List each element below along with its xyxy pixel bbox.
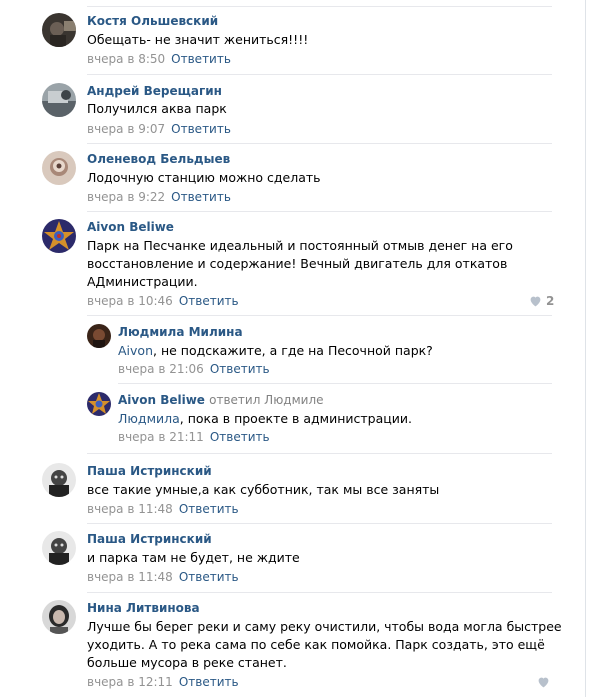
comment-meta: вчера в 9:07 Ответить — [87, 122, 231, 136]
comment-text-body: , пока в проекте в администрации. — [179, 411, 412, 426]
separator — [87, 74, 552, 75]
comment-time[interactable]: вчера в 12:11 — [87, 675, 173, 689]
comment-author[interactable]: Нина Литвинова — [87, 601, 200, 615]
comment-text: Лучше бы берег реки и саму реку очистили… — [87, 618, 562, 672]
mention-link[interactable]: Aivon — [118, 343, 153, 358]
reply-link[interactable]: Ответить — [171, 122, 231, 136]
reply-link[interactable]: Ответить — [210, 430, 270, 444]
separator — [87, 523, 552, 524]
comment-author[interactable]: Андрей Верещагин — [87, 84, 222, 98]
comment-author[interactable]: Aivon Beliwe ответил Людмиле — [118, 393, 324, 407]
author-name[interactable]: Aivon Beliwe — [118, 393, 205, 407]
heart-icon — [538, 677, 549, 688]
comment-time[interactable]: вчера в 9:07 — [87, 122, 165, 136]
comment-text: Aivon, не подскажите, а где на Песочной … — [118, 342, 433, 360]
avatar[interactable] — [42, 83, 76, 117]
reply-link[interactable]: Ответить — [179, 294, 239, 308]
comment-time[interactable]: вчера в 8:50 — [87, 52, 165, 66]
separator — [87, 592, 552, 593]
comment-text: Парк на Песчанке идеальный и постоянный … — [87, 237, 513, 291]
avatar[interactable] — [42, 151, 76, 185]
avatar[interactable] — [42, 13, 76, 47]
reply-link[interactable]: Ответить — [179, 570, 239, 584]
mention-link[interactable]: Людмила — [118, 411, 180, 426]
comment-author[interactable]: Людмила Милина — [118, 325, 243, 339]
reply-link[interactable]: Ответить — [179, 502, 239, 516]
avatar[interactable] — [87, 392, 111, 416]
reply-link[interactable]: Ответить — [179, 675, 239, 689]
comment-meta: вчера в 21:06 Ответить — [118, 362, 270, 376]
comment-meta: вчера в 9:22 Ответить — [87, 190, 231, 204]
comment-time[interactable]: вчера в 21:11 — [118, 430, 204, 444]
comment-text: Лодочную станцию можно сделать — [87, 170, 321, 185]
avatar[interactable] — [42, 531, 76, 565]
comment-author[interactable]: Костя Ольшевский — [87, 14, 218, 28]
avatar[interactable] — [42, 463, 76, 497]
separator — [87, 6, 552, 7]
comment-time[interactable]: вчера в 21:06 — [118, 362, 204, 376]
comment-author[interactable]: Aivon Beliwe — [87, 220, 174, 234]
like-count: 2 — [546, 294, 555, 308]
like-button[interactable] — [537, 676, 550, 688]
comment-text-line: Лучше бы берег реки и саму реку очистили… — [87, 619, 562, 634]
separator — [118, 383, 552, 384]
comment-text-line: восстановление и содержание! Вечный двиг… — [87, 256, 508, 271]
page-border — [585, 0, 586, 697]
comment-time[interactable]: вчера в 11:48 — [87, 502, 173, 516]
comment-text: Людмила, пока в проекте в администрации. — [118, 410, 412, 428]
separator — [87, 143, 552, 144]
comment-text: Обещать- не значит жениться!!!! — [87, 32, 309, 47]
comment-text-line: больше мусора в реке станет. — [87, 655, 287, 670]
separator — [87, 453, 552, 454]
comment-meta: вчера в 12:11 Ответить — [87, 675, 239, 689]
comment-text: все такие умные,а как субботник, так мы … — [87, 482, 440, 497]
comment-author[interactable]: Оленевод Бельдыев — [87, 152, 230, 166]
comment-meta: вчера в 11:48 Ответить — [87, 570, 239, 584]
comment-text-line: уходить. А то река сама по себе как помо… — [87, 637, 545, 652]
separator — [87, 315, 552, 316]
reply-link[interactable]: Ответить — [171, 190, 231, 204]
reply-link[interactable]: Ответить — [171, 52, 231, 66]
like-button[interactable]: 2 — [529, 294, 554, 308]
separator — [87, 211, 552, 212]
comment-author[interactable]: Паша Истринский — [87, 532, 212, 546]
avatar[interactable] — [87, 324, 111, 348]
comment-meta: вчера в 21:11 Ответить — [118, 430, 270, 444]
comment-text-body: , не подскажите, а где на Песочной парк? — [153, 343, 433, 358]
comment-time[interactable]: вчера в 9:22 — [87, 190, 165, 204]
comment-author[interactable]: Паша Истринский — [87, 464, 212, 478]
comment-meta: вчера в 10:46 Ответить — [87, 294, 239, 308]
comment-text-line: Парк на Песчанке идеальный и постоянный … — [87, 238, 513, 253]
avatar[interactable] — [42, 600, 76, 634]
comment-text-line: АДминистрации. — [87, 274, 198, 289]
comment-meta: вчера в 11:48 Ответить — [87, 502, 239, 516]
comment-text: Получился аква парк — [87, 101, 227, 116]
heart-icon — [530, 296, 541, 307]
reply-link[interactable]: Ответить — [210, 362, 270, 376]
replied-to: ответил Людмиле — [209, 393, 324, 407]
comment-time[interactable]: вчера в 10:46 — [87, 294, 173, 308]
comment-meta: вчера в 8:50 Ответить — [87, 52, 231, 66]
comment-time[interactable]: вчера в 11:48 — [87, 570, 173, 584]
avatar[interactable] — [42, 219, 76, 253]
comment-text: и парка там не будет, не ждите — [87, 550, 300, 565]
